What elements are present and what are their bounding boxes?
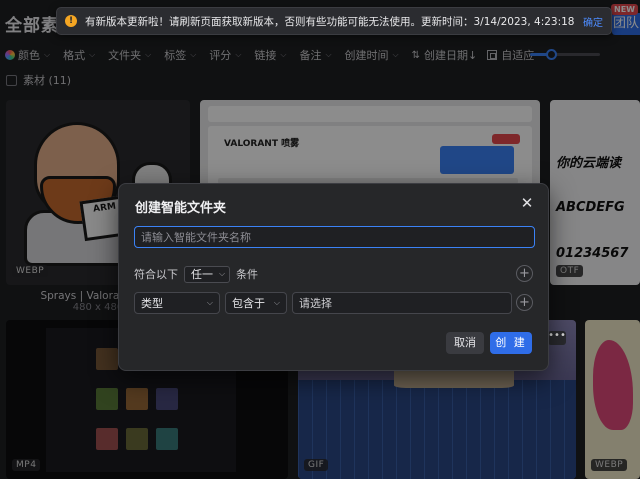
rule-value-placeholder: 请选择 [299,297,332,310]
chevron-down-icon: ⌵ [206,298,213,307]
cancel-button[interactable]: 取消 [446,332,484,354]
more-options-button[interactable]: ••• [548,331,566,345]
match-suffix: 条件 [236,268,258,281]
update-notice-text: 有新版本更新啦！请刷新页面获取新版本，否则有些功能可能无法使用。更新时间：3/1… [85,15,575,28]
create-button[interactable]: 创 建 [490,332,532,354]
rule-field-value: 类型 [141,297,163,310]
match-mode-value: 任一 [191,268,213,281]
match-prefix: 符合以下 [134,268,178,281]
match-condition-row: 符合以下 任一 ⌵ 条件 [134,265,535,283]
folder-name-input[interactable] [134,226,535,248]
rule-operator-value: 包含于 [232,297,265,310]
update-notice: ! 有新版本更新啦！请刷新页面获取新版本，否则有些功能可能无法使用。更新时间：3… [56,7,612,35]
rule-field-select[interactable]: 类型 ⌵ [134,292,220,314]
warning-icon: ! [65,15,77,27]
add-condition-group-button[interactable]: + [516,265,533,282]
add-rule-button[interactable]: + [516,294,533,311]
close-icon[interactable]: ✕ [520,196,534,211]
match-mode-select[interactable]: 任一 ⌵ [184,265,230,283]
chevron-down-icon: ⌵ [219,269,226,278]
chevron-down-icon: ⌵ [273,298,280,307]
rule-row: 类型 ⌵ 包含于 ⌵ 请选择 [134,292,512,314]
rule-operator-select[interactable]: 包含于 ⌵ [225,292,287,314]
dialog-title: 创建智能文件夹 [135,201,227,216]
notice-confirm-button[interactable]: 确定 [583,14,603,29]
rule-value-select[interactable]: 请选择 [292,292,512,314]
smart-folder-dialog: 创建智能文件夹 ✕ 符合以下 任一 ⌵ 条件 + 类型 ⌵ 包含于 ⌵ 请选择 … [118,183,549,371]
